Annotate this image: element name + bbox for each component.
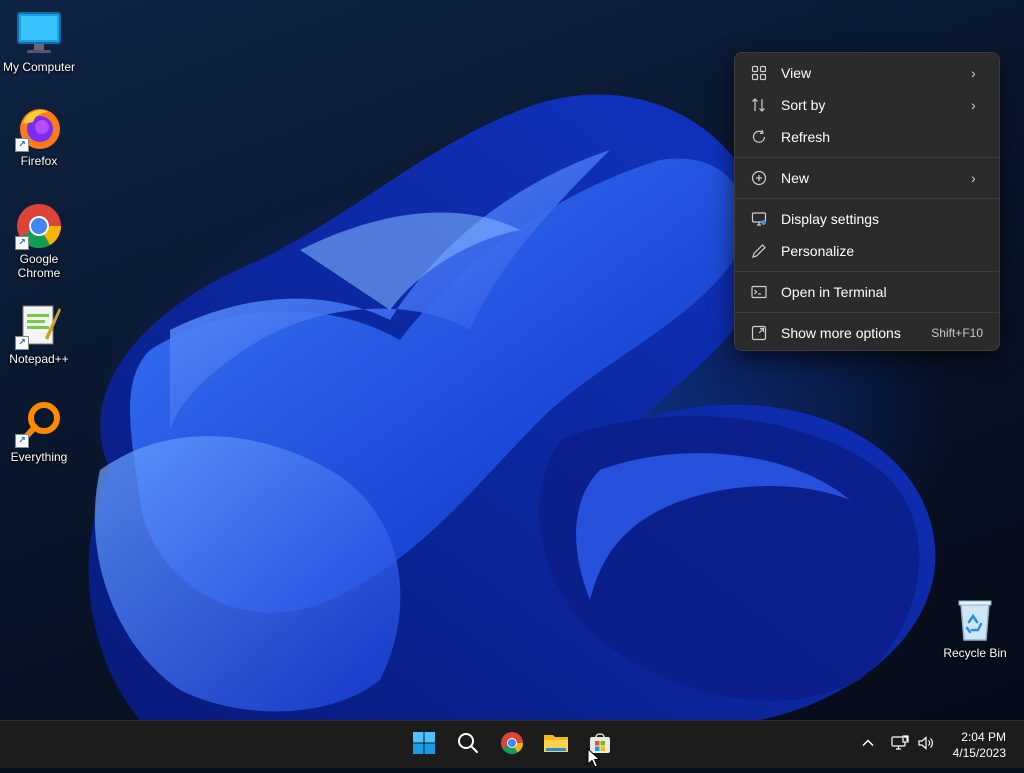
folder-icon xyxy=(543,731,569,760)
desktop-icon-everything[interactable]: ↗ Everything xyxy=(0,400,78,464)
menu-separator xyxy=(735,271,999,272)
chevron-right-icon: › xyxy=(971,65,976,81)
chevron-right-icon: › xyxy=(971,97,976,113)
firefox-icon: ↗ xyxy=(15,104,63,152)
clock-time: 2:04 PM xyxy=(961,730,1006,744)
shortcut-arrow-icon: ↗ xyxy=(15,138,29,152)
menu-item-label: View xyxy=(781,65,812,81)
expand-icon xyxy=(750,324,768,342)
desktop-icon-label: Notepad++ xyxy=(9,352,69,366)
network-icon xyxy=(891,734,909,756)
taskbar-search-button[interactable] xyxy=(448,725,488,765)
taskbar: 2:04 PM 4/15/2023 xyxy=(0,720,1024,768)
menu-item-label: Display settings xyxy=(781,211,880,227)
volume-button[interactable] xyxy=(914,731,938,759)
grid-icon xyxy=(750,64,768,82)
desktop-icon-firefox[interactable]: ↗ Firefox xyxy=(0,104,78,168)
computer-icon xyxy=(15,10,63,58)
desktop-icon-label: Firefox xyxy=(20,154,58,168)
menu-item-open-in-terminal[interactable]: Open in Terminal xyxy=(739,276,995,308)
shortcut-arrow-icon: ↗ xyxy=(15,336,29,350)
desktop-icon-label: Recycle Bin xyxy=(943,646,1007,660)
menu-item-new[interactable]: New › xyxy=(739,162,995,194)
notepadpp-icon: ↗ xyxy=(15,302,63,350)
desktop-icon-notepadpp[interactable]: ↗ Notepad++ xyxy=(0,302,78,366)
windows-start-icon xyxy=(412,731,436,760)
desktop-icon-my-computer[interactable]: My Computer xyxy=(0,10,78,74)
menu-separator xyxy=(735,312,999,313)
desktop-icon-label: Everything xyxy=(10,450,68,464)
search-icon xyxy=(456,731,480,760)
clock-date: 4/15/2023 xyxy=(952,746,1006,760)
chrome-icon: ↗ xyxy=(15,202,63,250)
taskbar-chrome-button[interactable] xyxy=(492,725,532,765)
terminal-icon xyxy=(750,283,768,301)
taskbar-clock[interactable]: 2:04 PM 4/15/2023 xyxy=(953,729,1006,761)
everything-icon: ↗ xyxy=(15,400,63,448)
menu-item-show-more-options[interactable]: Show more options Shift+F10 xyxy=(739,317,995,349)
pen-icon xyxy=(750,242,768,260)
show-hidden-icons-button[interactable] xyxy=(858,731,878,759)
display-icon xyxy=(750,210,768,228)
desktop-icon-label: Google Chrome xyxy=(17,252,61,280)
shortcut-label: Shift+F10 xyxy=(931,326,983,340)
menu-item-display-settings[interactable]: Display settings xyxy=(739,203,995,235)
desktop-icon-recycle-bin[interactable]: Recycle Bin xyxy=(936,596,1014,660)
mouse-cursor-icon xyxy=(587,747,601,773)
menu-item-label: Refresh xyxy=(781,129,831,145)
recycle-bin-icon xyxy=(951,596,999,644)
menu-item-view[interactable]: View › xyxy=(739,57,995,89)
plus-circle-icon xyxy=(750,169,768,187)
start-button[interactable] xyxy=(404,725,444,765)
speaker-icon xyxy=(917,735,935,756)
menu-separator xyxy=(735,157,999,158)
menu-item-label: New xyxy=(781,170,810,186)
menu-item-label: Personalize xyxy=(781,243,855,259)
desktop-context-menu: View › Sort by › Refresh New › Display s… xyxy=(734,52,1000,351)
menu-item-label: Show more options xyxy=(781,325,901,341)
shortcut-arrow-icon: ↗ xyxy=(15,434,29,448)
desktop-icon-label: My Computer xyxy=(2,60,76,74)
sort-icon xyxy=(750,96,768,114)
chevron-right-icon: › xyxy=(971,170,976,186)
menu-item-refresh[interactable]: Refresh xyxy=(739,121,995,153)
menu-separator xyxy=(735,198,999,199)
chevron-up-icon xyxy=(861,736,875,755)
refresh-icon xyxy=(750,128,768,146)
menu-item-label: Open in Terminal xyxy=(781,284,887,300)
taskbar-file-explorer-button[interactable] xyxy=(536,725,576,765)
menu-item-personalize[interactable]: Personalize xyxy=(739,235,995,267)
network-status-button[interactable] xyxy=(888,731,912,759)
chrome-icon xyxy=(500,731,524,760)
shortcut-arrow-icon: ↗ xyxy=(15,236,29,250)
menu-item-sort-by[interactable]: Sort by › xyxy=(739,89,995,121)
desktop-icon-chrome[interactable]: ↗ Google Chrome xyxy=(0,202,78,280)
menu-item-label: Sort by xyxy=(781,97,826,113)
